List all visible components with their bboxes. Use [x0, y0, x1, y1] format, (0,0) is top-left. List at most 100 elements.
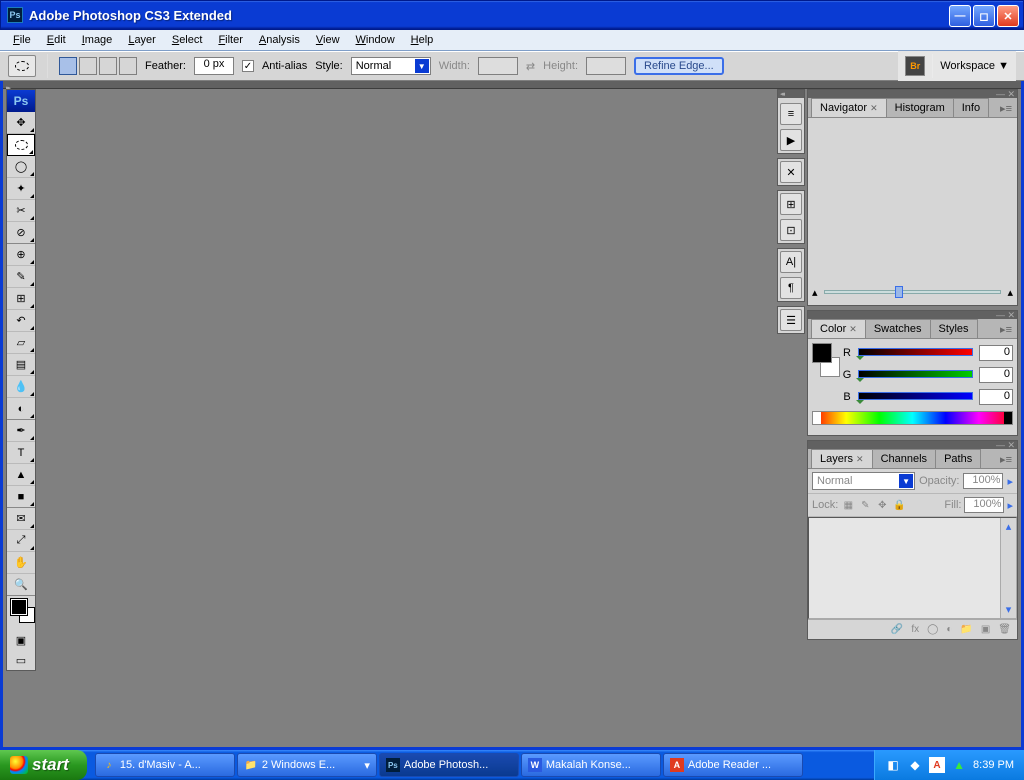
- antialias-checkbox[interactable]: ✓: [242, 60, 254, 72]
- tab-swatches[interactable]: Swatches: [865, 319, 931, 338]
- path-selection-tool[interactable]: ▲: [7, 464, 35, 486]
- blur-tool[interactable]: 💧: [7, 376, 35, 398]
- layer-mask-icon[interactable]: ◯: [927, 624, 938, 635]
- shape-tool[interactable]: ■: [7, 486, 35, 508]
- eraser-tool[interactable]: ▱: [7, 332, 35, 354]
- layers-scrollbar[interactable]: ▴▾: [1000, 518, 1016, 618]
- eyedropper-tool[interactable]: ⤢: [7, 530, 35, 552]
- menu-filter[interactable]: Filter: [210, 31, 250, 49]
- workspace-button[interactable]: Workspace ▼: [940, 60, 1009, 72]
- zoom-in-icon[interactable]: ▴: [1007, 286, 1013, 299]
- fill-value[interactable]: 100%: [964, 497, 1004, 513]
- adjustment-layer-icon[interactable]: ◐: [946, 624, 952, 635]
- foreground-color[interactable]: [11, 599, 27, 615]
- layer-style-icon[interactable]: fx: [911, 624, 919, 635]
- menu-layer[interactable]: Layer: [120, 31, 164, 49]
- layers-list[interactable]: ▴▾: [808, 517, 1017, 619]
- spot-healing-tool[interactable]: ⊕: [7, 244, 35, 266]
- menu-window[interactable]: Window: [348, 31, 403, 49]
- standard-mode-button[interactable]: ▣: [7, 630, 35, 650]
- actions-panel-icon[interactable]: ⊡: [780, 219, 802, 241]
- tool-preset-picker[interactable]: [8, 55, 36, 77]
- panel-menu-icon[interactable]: ▸≡: [998, 321, 1014, 338]
- taskbar-item-explorer[interactable]: 📁2 Windows E...▾: [237, 753, 377, 777]
- clone-stamp-tool[interactable]: ⊞: [7, 288, 35, 310]
- tab-paths[interactable]: Paths: [935, 449, 981, 468]
- tray-icon[interactable]: ◆: [907, 757, 923, 773]
- g-value[interactable]: 0: [979, 367, 1013, 383]
- group-icon[interactable]: 📁: [960, 624, 972, 635]
- opacity-flyout-icon[interactable]: ▸: [1007, 475, 1013, 488]
- tool-presets-panel-icon[interactable]: ✕: [780, 161, 802, 183]
- menu-edit[interactable]: Edit: [39, 31, 74, 49]
- delete-layer-icon[interactable]: 🗑: [998, 624, 1011, 635]
- paragraph-panel-icon[interactable]: ¶: [780, 277, 802, 299]
- tray-icon[interactable]: ◧: [885, 757, 901, 773]
- menu-help[interactable]: Help: [403, 31, 442, 49]
- link-layers-icon[interactable]: 🔗: [891, 624, 903, 635]
- crop-tool[interactable]: ✂: [7, 200, 35, 222]
- dock-bar[interactable]: [3, 81, 1021, 89]
- move-tool[interactable]: ✥: [7, 112, 35, 134]
- quick-selection-tool[interactable]: ✦: [7, 178, 35, 200]
- panel-menu-icon[interactable]: ▸≡: [998, 100, 1014, 117]
- tab-color[interactable]: Color✕: [811, 319, 866, 338]
- blend-mode-select[interactable]: Normal▼: [812, 472, 915, 490]
- menu-select[interactable]: Select: [164, 31, 211, 49]
- lock-image-icon[interactable]: ✎: [858, 498, 872, 512]
- menu-analysis[interactable]: Analysis: [251, 31, 308, 49]
- maximize-button[interactable]: ◻: [973, 5, 995, 27]
- r-slider[interactable]: [858, 348, 973, 358]
- marquee-tool[interactable]: [7, 134, 35, 156]
- panel-menu-icon[interactable]: ▸≡: [998, 451, 1014, 468]
- screen-mode-button[interactable]: ▭: [7, 650, 35, 670]
- brushes-panel-icon[interactable]: ≡: [780, 103, 802, 125]
- clock[interactable]: 8:39 PM: [973, 759, 1014, 771]
- clone-source-panel-icon[interactable]: ▶: [780, 129, 802, 151]
- menu-file[interactable]: File: [5, 31, 39, 49]
- new-selection-button[interactable]: [59, 57, 77, 75]
- new-layer-icon[interactable]: ▣: [981, 624, 990, 635]
- zoom-out-icon[interactable]: ▴: [812, 286, 818, 299]
- style-select[interactable]: Normal▼: [351, 57, 431, 75]
- type-tool[interactable]: T: [7, 442, 35, 464]
- subtract-selection-button[interactable]: [99, 57, 117, 75]
- slice-tool[interactable]: ⊘: [7, 222, 35, 244]
- r-value[interactable]: 0: [979, 345, 1013, 361]
- zoom-slider[interactable]: [824, 290, 1002, 294]
- opacity-value[interactable]: 100%: [963, 473, 1003, 489]
- tab-histogram[interactable]: Histogram: [886, 98, 954, 117]
- tray-icon[interactable]: ▲: [951, 757, 967, 773]
- pen-tool[interactable]: ✒: [7, 420, 35, 442]
- close-button[interactable]: ✕: [997, 5, 1019, 27]
- lock-all-icon[interactable]: 🔒: [892, 498, 906, 512]
- color-swatches[interactable]: [7, 596, 35, 630]
- gradient-tool[interactable]: ▤: [7, 354, 35, 376]
- menu-view[interactable]: View: [308, 31, 348, 49]
- add-selection-button[interactable]: [79, 57, 97, 75]
- panel-collapse-icon[interactable]: — ✕: [996, 89, 1015, 100]
- tab-styles[interactable]: Styles: [930, 319, 978, 338]
- tray-avira-icon[interactable]: A: [929, 757, 945, 773]
- panel-collapse-icon[interactable]: — ✕: [996, 310, 1015, 321]
- dodge-tool[interactable]: ◐: [7, 398, 35, 420]
- panel-collapse-icon[interactable]: — ✕: [996, 440, 1015, 451]
- b-slider[interactable]: [858, 392, 973, 402]
- refine-edge-button[interactable]: Refine Edge...: [634, 57, 724, 75]
- color-ramp[interactable]: [812, 411, 1013, 425]
- history-brush-tool[interactable]: ↶: [7, 310, 35, 332]
- tab-navigator[interactable]: Navigator✕: [811, 98, 887, 117]
- layer-comps-panel-icon[interactable]: ⊞: [780, 193, 802, 215]
- taskbar-item-photoshop[interactable]: PsAdobe Photosh...: [379, 753, 519, 777]
- notes-tool[interactable]: ✉: [7, 508, 35, 530]
- brush-tool[interactable]: ✎: [7, 266, 35, 288]
- lasso-tool[interactable]: ◯: [7, 156, 35, 178]
- menu-image[interactable]: Image: [74, 31, 121, 49]
- lock-position-icon[interactable]: ✥: [875, 498, 889, 512]
- b-value[interactable]: 0: [979, 389, 1013, 405]
- start-button[interactable]: start: [0, 750, 87, 780]
- tab-channels[interactable]: Channels: [872, 449, 936, 468]
- zoom-tool[interactable]: 🔍: [7, 574, 35, 596]
- bridge-button[interactable]: Br: [905, 56, 925, 76]
- character-panel-icon[interactable]: A|: [780, 251, 802, 273]
